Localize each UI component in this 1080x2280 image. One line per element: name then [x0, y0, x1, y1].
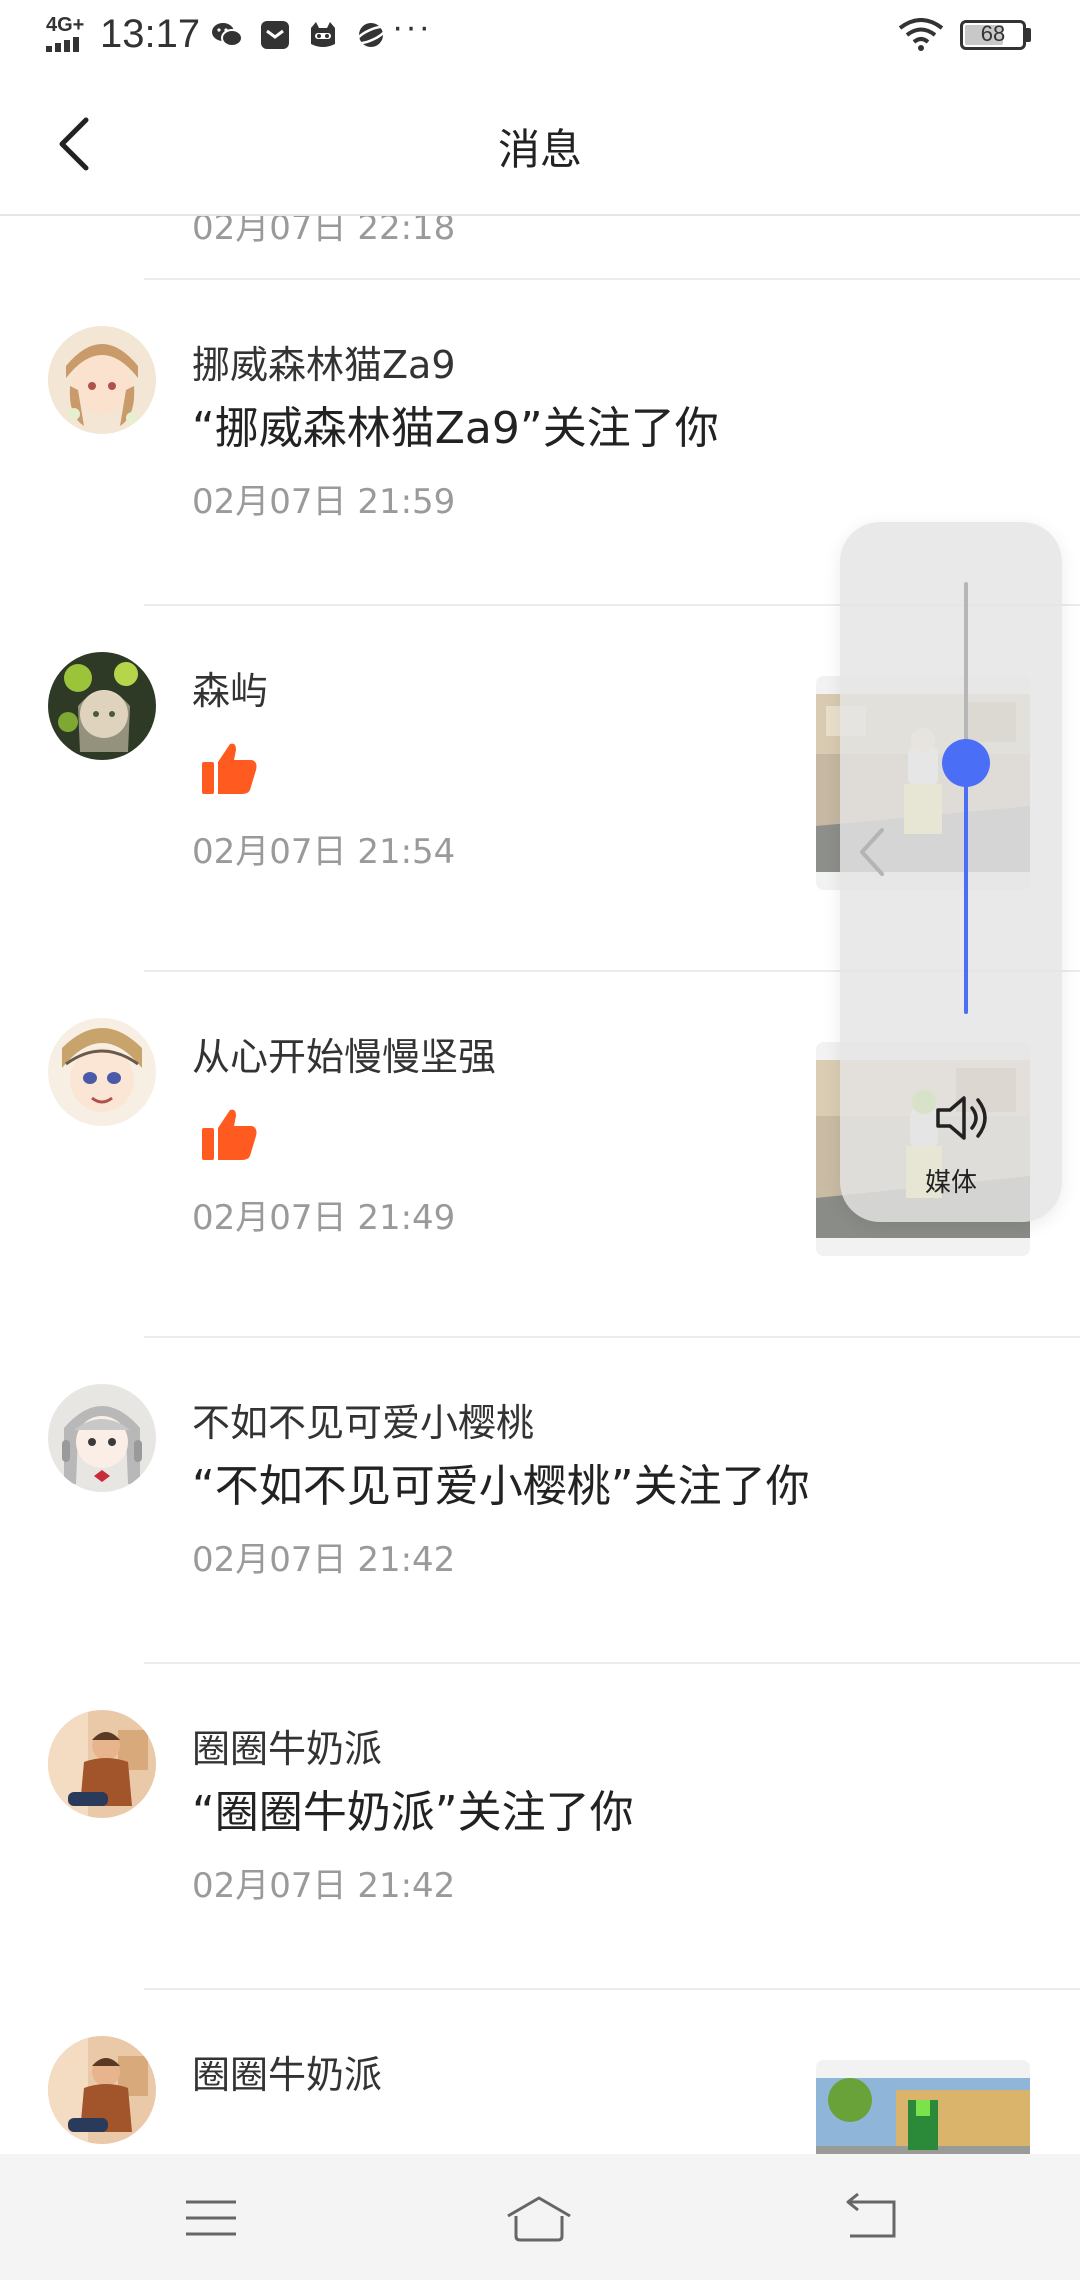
speaker-icon[interactable]: [932, 1092, 996, 1144]
notification-icons: [210, 18, 388, 52]
sender-name: 圈圈牛奶派: [192, 2053, 383, 2097]
avatar[interactable]: [48, 2036, 156, 2144]
sender-name: 圈圈牛奶派: [192, 1727, 383, 1771]
network-type: 4G+: [46, 14, 85, 36]
thumbs-up-icon: [202, 743, 257, 794]
message-item[interactable]: 圈圈牛奶派 “圈圈牛奶派”关注了你 02月07日 21:42: [0, 1664, 1080, 1988]
avatar[interactable]: [48, 1018, 156, 1126]
avatar[interactable]: [48, 326, 156, 434]
screen: 4G+ 13:17 ··· 68 消息 02月07日 22:18 挪威森林猫Za…: [0, 0, 1080, 2280]
sender-name: 挪威森林猫Za9: [192, 343, 456, 387]
page-title: 消息: [497, 126, 582, 173]
wifi-icon: [898, 18, 944, 51]
avatar[interactable]: [48, 1384, 156, 1492]
wechat-icon: [210, 18, 244, 52]
home-icon[interactable]: [504, 2192, 574, 2244]
message-time: 02月07日 21:54: [192, 832, 456, 872]
message-time: 02月07日 21:42: [192, 1540, 456, 1580]
battery-tip: [1026, 28, 1031, 42]
battery-percent: 68: [980, 21, 1006, 46]
message-content: “圈圈牛奶派”关注了你: [192, 1787, 634, 1838]
message-content: “挪威森林猫Za9”关注了你: [192, 403, 719, 454]
volume-stream-label: 媒体: [924, 1168, 977, 1198]
message-content: “不如不见可爱小樱桃”关注了你: [192, 1461, 810, 1512]
avatar[interactable]: [48, 1710, 156, 1818]
message-time: 02月07日 21:49: [192, 1198, 456, 1238]
video-thumbnail[interactable]: [816, 2060, 1030, 2154]
thumbs-up-icon: [202, 1109, 257, 1160]
message-time: 02月07日 21:59: [192, 482, 456, 522]
volume-level: [964, 763, 968, 1014]
sender-name: 从心开始慢慢坚强: [192, 1035, 497, 1079]
top-bar: 消息: [0, 70, 1080, 216]
clock: 13:17: [100, 12, 201, 56]
battery-indicator: 68: [960, 20, 1026, 50]
message-item[interactable]: 圈圈牛奶派: [0, 1990, 1080, 2154]
signal-icon: [46, 37, 79, 52]
message-time: 02月07日 22:18: [192, 214, 456, 248]
sender-name: 森屿: [192, 669, 269, 713]
cat-app-icon: [306, 18, 340, 52]
volume-panel[interactable]: 媒体: [840, 522, 1062, 1222]
chevron-left-icon[interactable]: [854, 824, 890, 880]
mail-app-icon: [258, 18, 292, 52]
menu-icon[interactable]: [176, 2192, 246, 2244]
status-bar: 4G+ 13:17 ··· 68: [0, 0, 1080, 70]
more-notifications-icon: ···: [392, 8, 432, 46]
planet-app-icon: [354, 18, 388, 52]
message-time: 02月07日 21:42: [192, 1866, 456, 1906]
message-item[interactable]: 不如不见可爱小樱桃 “不如不见可爱小樱桃”关注了你 02月07日 21:42: [0, 1338, 1080, 1662]
sender-name: 不如不见可爱小樱桃: [192, 1401, 535, 1445]
volume-slider-handle[interactable]: [942, 739, 990, 788]
back-icon[interactable]: [836, 2192, 906, 2244]
avatar[interactable]: [48, 652, 156, 760]
system-navigation-bar: [0, 2154, 1080, 2280]
